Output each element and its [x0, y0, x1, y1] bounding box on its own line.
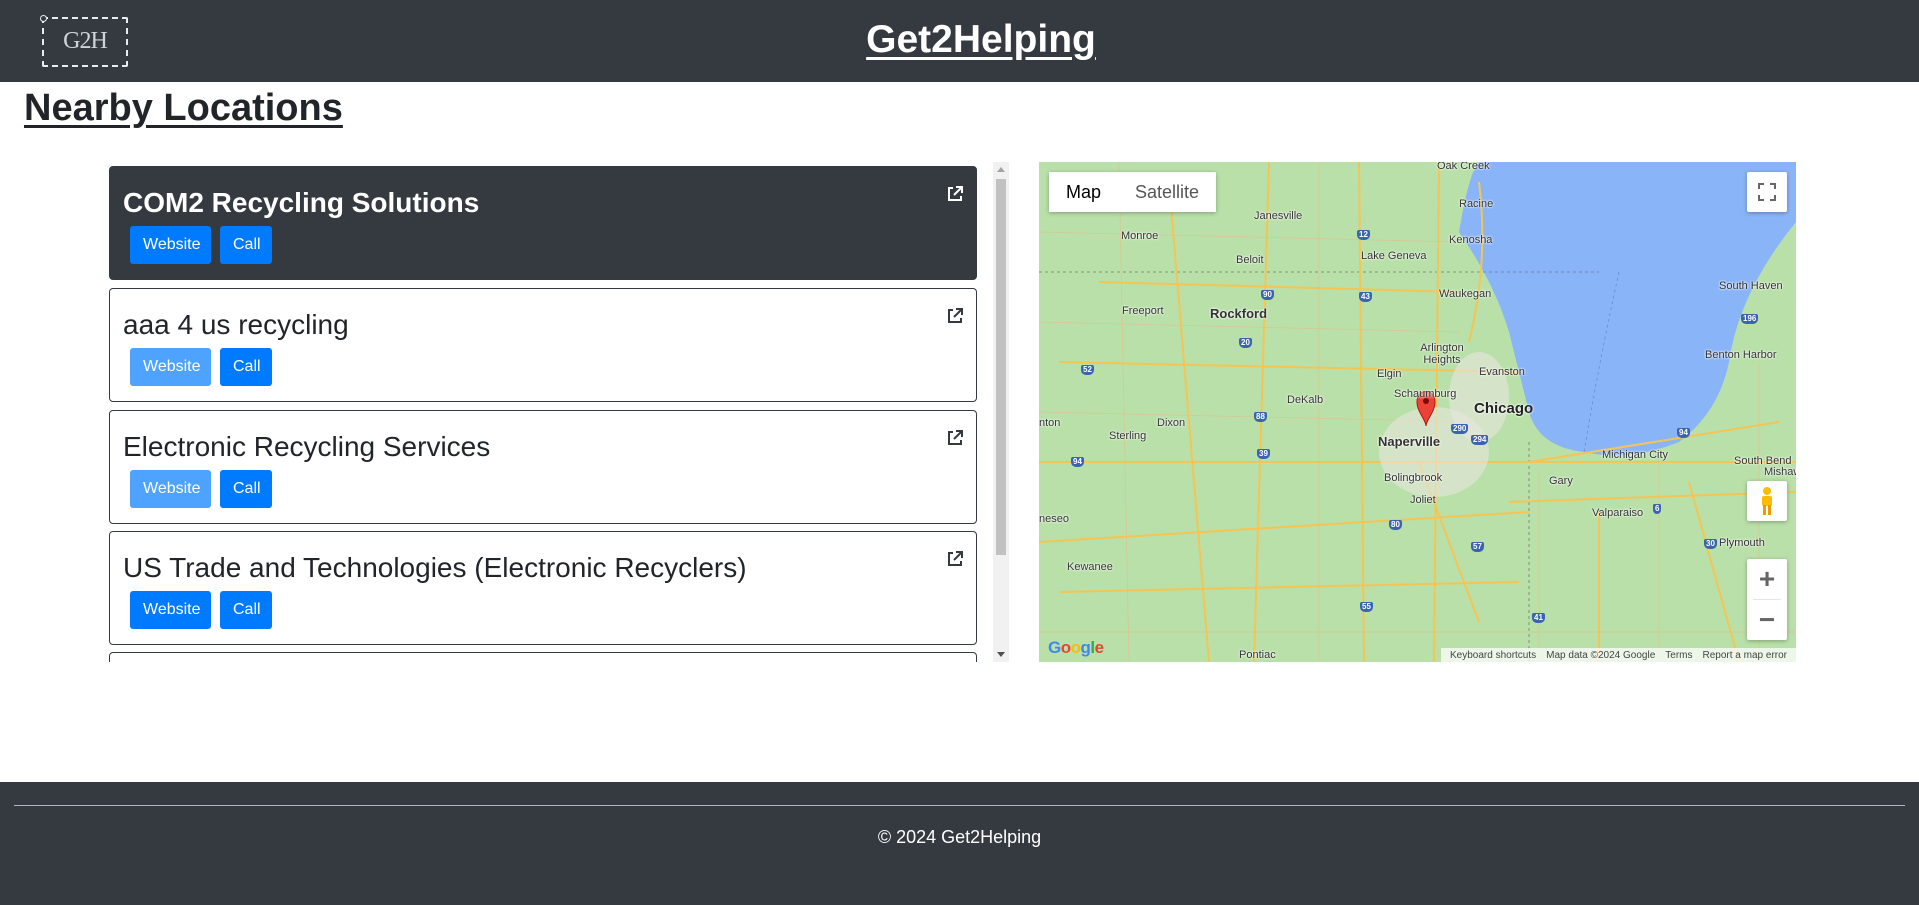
- map-label: Kewanee: [1067, 561, 1113, 573]
- fullscreen-icon: [1758, 183, 1776, 201]
- fullscreen-button[interactable]: [1747, 172, 1787, 212]
- location-card-partial[interactable]: [109, 652, 977, 662]
- call-button[interactable]: Call: [220, 591, 272, 629]
- website-button[interactable]: Website: [130, 591, 211, 629]
- map-label: Racine: [1459, 198, 1494, 210]
- map-label: Bolingbrook: [1384, 472, 1443, 484]
- map-label: Dixon: [1157, 417, 1186, 429]
- highway-shield: 88: [1254, 412, 1267, 422]
- highway-shield: 94: [1071, 457, 1084, 467]
- zoom-control[interactable]: + −: [1747, 559, 1787, 640]
- external-link-icon[interactable]: [946, 429, 964, 447]
- map-label: Gary: [1549, 475, 1573, 487]
- website-button[interactable]: Website: [130, 226, 211, 264]
- highway-shield: 12: [1357, 230, 1370, 240]
- external-link-icon[interactable]: [946, 307, 964, 325]
- keyboard-shortcuts-link[interactable]: Keyboard shortcuts: [1450, 650, 1536, 661]
- zoom-out-button[interactable]: −: [1747, 600, 1787, 640]
- map-label: Sterling: [1109, 430, 1147, 442]
- location-list[interactable]: COM2 Recycling Solutions Website Call aa…: [109, 162, 1009, 662]
- map-label: DeKalb: [1287, 394, 1324, 406]
- highway-shield: 41: [1532, 613, 1545, 623]
- scroll-up-arrow-icon[interactable]: [997, 167, 1005, 172]
- location-name: Electronic Recycling Services: [123, 431, 491, 462]
- street-view-pegman-button[interactable]: [1747, 481, 1787, 521]
- terms-link[interactable]: Terms: [1665, 650, 1692, 661]
- map-label: South Haven: [1719, 280, 1783, 292]
- map-label: Rockford: [1210, 306, 1268, 321]
- copyright-text: © 2024 Get2Helping: [877, 827, 1042, 847]
- map-label: Oak Creek: [1437, 162, 1490, 172]
- highway-shield: 43: [1359, 292, 1372, 302]
- map-label: Arlington Heights: [1420, 342, 1464, 366]
- map-data-text: Map data ©2024 Google: [1546, 649, 1656, 661]
- map-label: Waukegan: [1439, 288, 1492, 300]
- highway-shield: 94: [1677, 428, 1690, 438]
- pegman-icon: [1762, 487, 1772, 515]
- google-logo[interactable]: Google: [1048, 638, 1104, 658]
- highway-shield: 294: [1471, 435, 1489, 445]
- map-label: Naperville: [1378, 434, 1441, 449]
- map-label: Elgin: [1377, 368, 1402, 380]
- map-label: Janesville: [1254, 210, 1303, 222]
- location-name: aaa 4 us recycling: [123, 309, 349, 340]
- highway-shield: 52: [1081, 365, 1094, 375]
- call-button[interactable]: Call: [220, 470, 272, 508]
- highway-shield: 30: [1704, 539, 1717, 549]
- map-type-map-button[interactable]: Map: [1049, 172, 1119, 212]
- location-name: US Trade and Technologies (Electronic Re…: [123, 552, 747, 583]
- website-button[interactable]: Website: [130, 470, 211, 508]
- map-label: Joliet: [1410, 494, 1436, 506]
- map-attribution-bar: Keyboard shortcuts Map data ©2024 Google…: [1440, 648, 1796, 662]
- location-card[interactable]: Electronic Recycling Services Website Ca…: [109, 410, 977, 524]
- map-label: Pontiac: [1239, 649, 1276, 661]
- report-error-link[interactable]: Report a map error: [1703, 650, 1787, 661]
- map-label: Kenosha: [1449, 234, 1493, 246]
- top-navbar: G2H Get2Helping: [0, 0, 1919, 82]
- map-label: nton: [1039, 417, 1061, 429]
- map-label: Beloit: [1236, 254, 1264, 266]
- highway-shield: 39: [1257, 449, 1270, 459]
- zoom-in-button[interactable]: +: [1747, 559, 1787, 599]
- highway-shield: 196: [1741, 314, 1759, 324]
- map-label: Schaumburg: [1394, 388, 1457, 400]
- brand-title-link[interactable]: Get2Helping: [0, 18, 1919, 62]
- location-name: COM2 Recycling Solutions: [123, 187, 480, 218]
- location-card[interactable]: US Trade and Technologies (Electronic Re…: [109, 531, 977, 645]
- location-card[interactable]: COM2 Recycling Solutions Website Call: [109, 166, 977, 280]
- location-card[interactable]: aaa 4 us recycling Website Call: [109, 288, 977, 402]
- google-map[interactable]: Oak Creek Racine Janesville Kenosha Monr…: [1039, 162, 1796, 662]
- list-scrollbar[interactable]: [993, 162, 1009, 662]
- map-label: Lake Geneva: [1361, 250, 1427, 262]
- page-title: Nearby Locations: [24, 87, 343, 129]
- map-label: Monroe: [1121, 230, 1159, 242]
- highway-shield: 290: [1451, 424, 1469, 434]
- scroll-thumb[interactable]: [996, 179, 1006, 555]
- map-label: Evanston: [1479, 366, 1525, 378]
- website-button[interactable]: Website: [130, 348, 211, 386]
- highway-shield: 80: [1389, 520, 1402, 530]
- call-button[interactable]: Call: [220, 348, 272, 386]
- map-label: Valparaiso: [1592, 507, 1644, 519]
- map-label: neseo: [1039, 513, 1069, 525]
- map-type-control[interactable]: Map Satellite: [1049, 172, 1217, 212]
- footer-divider: [14, 805, 1905, 806]
- page-footer: © 2024 Get2Helping: [0, 782, 1919, 905]
- map-label: Plymouth: [1719, 537, 1765, 549]
- highway-shield: 90: [1261, 290, 1274, 300]
- scroll-down-arrow-icon[interactable]: [997, 652, 1005, 657]
- map-type-satellite-button[interactable]: Satellite: [1118, 172, 1217, 212]
- external-link-icon[interactable]: [946, 185, 964, 203]
- call-button[interactable]: Call: [220, 226, 272, 264]
- highway-shield: 20: [1239, 338, 1252, 348]
- map-label: Benton Harbor: [1705, 349, 1777, 361]
- map-label: Mishawaka: [1764, 466, 1796, 478]
- highway-shield: 55: [1360, 602, 1373, 612]
- highway-shield: 57: [1471, 542, 1484, 552]
- map-label: Michigan City: [1602, 449, 1669, 461]
- external-link-icon[interactable]: [946, 550, 964, 568]
- map-label: Chicago: [1474, 400, 1534, 417]
- map-label: Freeport: [1122, 305, 1164, 317]
